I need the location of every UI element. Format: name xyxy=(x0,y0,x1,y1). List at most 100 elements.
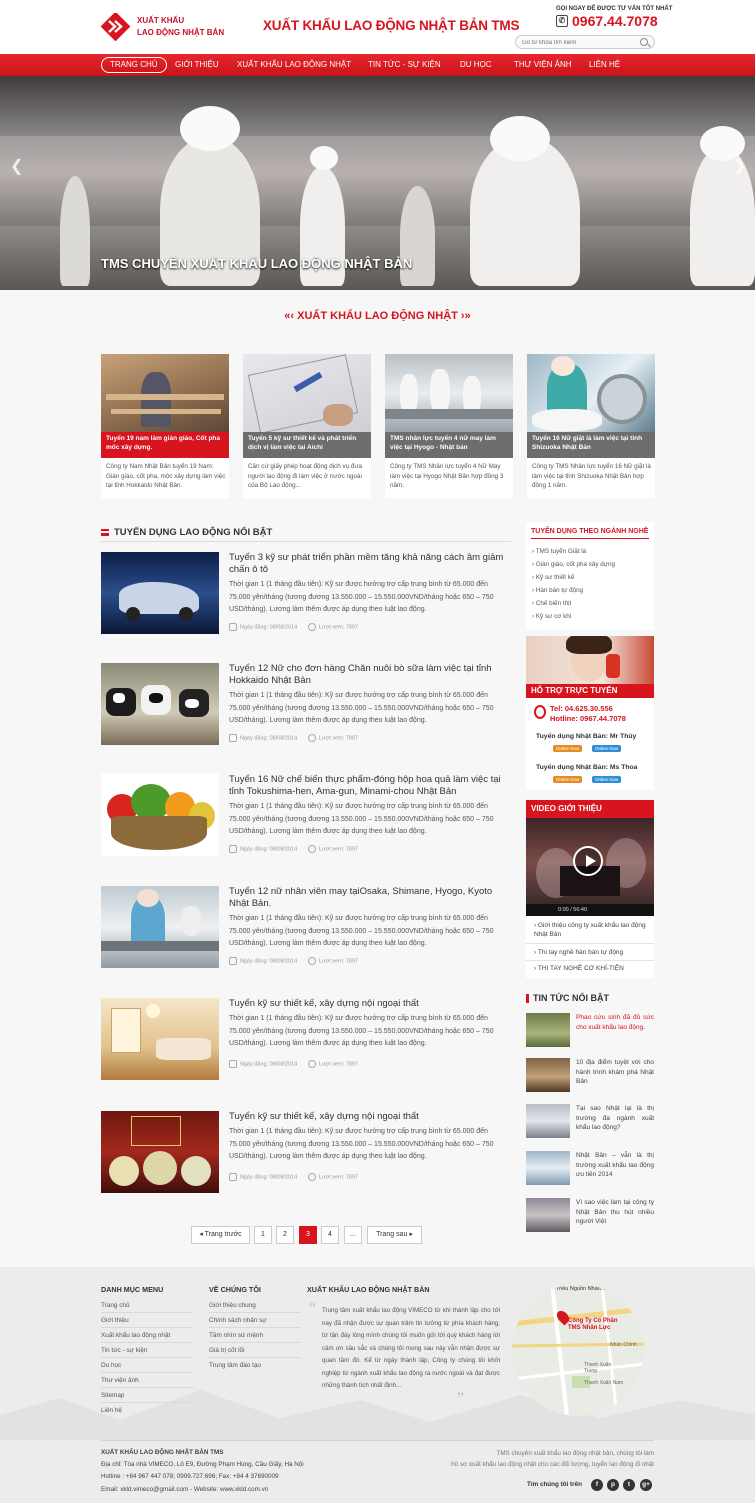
hotline-label: GỌI NGAY ĐỂ ĐƯỢC TƯ VẤN TỐT NHẤT xyxy=(556,6,673,12)
industry-link[interactable]: › Chế biến thịt xyxy=(532,600,571,607)
support-box: HỖ TRỢ TRỰC TUYẾN Tel: 04.625.30.556 Hot… xyxy=(526,636,654,790)
skype-status-badge[interactable]: Online Now xyxy=(592,776,622,783)
video-controls[interactable]: 0:00 / 56:40 xyxy=(526,904,654,916)
news-title[interactable]: Vì sao việc làm tại công ty Nhật Bản thu… xyxy=(576,1198,654,1227)
nav-item-about[interactable]: GIỚI THIỆU xyxy=(175,54,219,76)
double-chevron-right-icon: ›» xyxy=(457,310,471,322)
news-item[interactable]: Vì sao việc làm tại công ty Nhật Bản thu… xyxy=(526,1198,654,1238)
footer-link[interactable]: Giá trị cốt lõi xyxy=(209,1347,245,1354)
support-photo xyxy=(526,636,654,684)
search-input[interactable] xyxy=(522,38,632,47)
footer-link[interactable]: Tầm nhìn sứ mệnh xyxy=(209,1332,263,1339)
news-item[interactable]: 10 địa điểm tuyệt vời cho hành trình khá… xyxy=(526,1058,654,1098)
footer-link[interactable]: Trang chủ xyxy=(101,1302,130,1309)
job-title[interactable]: Tuyển 12 nữ nhân viên may tạiOsaka, Shim… xyxy=(229,886,509,910)
featured-section-title: «‹ XUẤT KHẨU LAO ĐỘNG NHẬT ›» xyxy=(284,310,471,322)
facebook-icon[interactable]: f xyxy=(591,1479,603,1491)
card-image xyxy=(101,354,229,432)
follow-label: Tìm chúng tôi trên xyxy=(527,1481,582,1488)
twitter-icon[interactable]: t xyxy=(623,1479,635,1491)
footer-email[interactable]: Email: xkld.vimeco@gmail.com - Website: … xyxy=(101,1486,268,1493)
news-title[interactable]: Nhật Bản – vẫn là thị trường xuất khẩu l… xyxy=(576,1151,654,1180)
featured-card[interactable]: Tuyển 19 nam làm giàn giáo, Cốt pha mốc … xyxy=(101,354,229,498)
yahoo-status-badge[interactable]: Online Now xyxy=(553,745,583,752)
pagination-page[interactable]: 4 xyxy=(321,1226,339,1244)
nav-item-study-abroad[interactable]: DU HỌC xyxy=(460,54,492,76)
video-link[interactable]: › THI TAY NGHỀ CƠ KHÍ-TIỆN xyxy=(534,964,652,973)
card-caption[interactable]: Tuyển 16 Nữ giặt là làm việc tại tỉnh Sh… xyxy=(527,432,655,458)
job-item[interactable]: Tuyển 16 Nữ chế biến thực phẩm-đóng hộp … xyxy=(101,774,511,858)
job-image xyxy=(101,1111,219,1193)
footer-link[interactable]: Trung tâm đào tạo xyxy=(209,1362,261,1369)
industry-link[interactable]: › Giàn giáo, cốt pha xây dựng xyxy=(532,561,615,568)
featured-card[interactable]: Tuyển 5 kỹ sư thiết kế và phát triển dịc… xyxy=(243,354,371,498)
job-item[interactable]: Tuyển kỹ sư thiết kế, xây dựng nội ngoại… xyxy=(101,998,511,1082)
eye-icon xyxy=(307,1060,316,1068)
job-title[interactable]: Tuyển kỹ sư thiết kế, xây dựng nội ngoại… xyxy=(229,1111,509,1123)
nav-item-contact[interactable]: LIÊN HỆ xyxy=(589,54,620,76)
job-title[interactable]: Tuyển 12 Nữ cho đơn hàng Chăn nuôi bò sữ… xyxy=(229,663,509,687)
news-item[interactable]: Phao cứu sinh đã đủ sức cho xuất khẩu la… xyxy=(526,1013,654,1053)
nav-item-labor-export[interactable]: XUẤT KHẨU LAO ĐỘNG NHẬT xyxy=(237,54,351,76)
support-tel[interactable]: Tel: 04.625.30.556 xyxy=(550,704,613,713)
nav-item-home[interactable]: TRANG CHỦ xyxy=(101,57,167,73)
job-title[interactable]: Tuyển 3 kỹ sư phát triển phần mềm tăng k… xyxy=(229,552,509,576)
news-item[interactable]: Tại sao Nhật lại là thị trường đa ngành … xyxy=(526,1104,654,1144)
job-item[interactable]: Tuyển 12 Nữ cho đơn hàng Chăn nuôi bò sữ… xyxy=(101,663,511,747)
video-link[interactable]: › Giới thiệu công ty xuất khẩu lao động … xyxy=(534,921,652,939)
news-item[interactable]: Nhật Bản – vẫn là thị trường xuất khẩu l… xyxy=(526,1151,654,1191)
banner-prev-arrow[interactable]: ❮ xyxy=(10,156,23,176)
pagination-page-active[interactable]: 3 xyxy=(299,1226,317,1244)
industry-link[interactable]: › Kỹ sư cơ khí xyxy=(532,613,572,620)
footer-link[interactable]: Chính sách nhân sự xyxy=(209,1317,267,1324)
video-player[interactable]: 0:00 / 56:40 xyxy=(526,818,654,916)
nav-item-gallery[interactable]: THƯ VIỆN ẢNH xyxy=(514,54,572,76)
hotline-number[interactable]: 0967.44.7078 xyxy=(572,13,658,29)
footer-link[interactable]: Sitemap xyxy=(101,1392,124,1399)
nav-item-news[interactable]: TIN TỨC - SỰ KIỆN xyxy=(368,54,441,76)
card-caption[interactable]: Tuyển 19 nam làm giàn giáo, Cốt pha mốc … xyxy=(101,432,229,458)
job-meta: Ngày đăng: 08/08/2014 Lượt xem: 7897 xyxy=(229,1060,358,1068)
pagination-prev[interactable]: ◂ Trang trước xyxy=(191,1226,250,1244)
footer-link[interactable]: Giới thiệu xyxy=(101,1317,129,1324)
industry-link[interactable]: › Kỹ sư thiết kế xyxy=(532,574,574,581)
yahoo-status-badge[interactable]: Online Now xyxy=(553,776,583,783)
skype-status-badge[interactable]: Online Now xyxy=(592,745,622,752)
job-item[interactable]: Tuyển 3 kỹ sư phát triển phần mềm tăng k… xyxy=(101,552,511,636)
search-icon[interactable] xyxy=(640,38,648,46)
pagination-page[interactable]: 2 xyxy=(276,1226,294,1244)
footer-map[interactable]: Triều Nguồn Nhân... Công Ty Cổ Phần TMS N… xyxy=(512,1284,644,1416)
card-caption[interactable]: TMS nhân lực tuyển 4 nữ may làm việc tại… xyxy=(385,432,513,458)
footer-link[interactable]: Tin tức - sự kiện xyxy=(101,1347,147,1354)
pagination-page[interactable]: 1 xyxy=(254,1226,272,1244)
pagination-next[interactable]: Trang sau ▸ xyxy=(367,1226,422,1244)
pinterest-icon[interactable]: p xyxy=(607,1479,619,1491)
banner-next-arrow[interactable]: ❯ xyxy=(733,156,746,176)
play-icon[interactable] xyxy=(573,846,603,876)
job-title[interactable]: Tuyển kỹ sư thiết kế, xây dựng nội ngoại… xyxy=(229,998,509,1010)
video-link[interactable]: › Thi tay nghề hàn bán tự động xyxy=(534,948,652,957)
featured-card[interactable]: Tuyển 16 Nữ giặt là làm việc tại tỉnh Sh… xyxy=(527,354,655,498)
footer-link[interactable]: Giới thiệu chung xyxy=(209,1302,256,1309)
news-title[interactable]: 10 địa điểm tuyệt vời cho hành trình khá… xyxy=(576,1058,654,1087)
google-plus-icon[interactable]: g+ xyxy=(640,1479,652,1491)
search-box xyxy=(515,35,655,49)
news-title[interactable]: Tại sao Nhật lại là thị trường đa ngành … xyxy=(576,1104,654,1133)
calendar-icon xyxy=(229,957,237,965)
card-caption[interactable]: Tuyển 5 kỹ sư thiết kế và phát triển dịc… xyxy=(243,432,371,458)
job-item[interactable]: Tuyển 12 nữ nhân viên may tạiOsaka, Shim… xyxy=(101,886,511,970)
job-item[interactable]: Tuyển kỹ sư thiết kế, xây dựng nội ngoại… xyxy=(101,1111,511,1195)
support-hotline[interactable]: Hotline: 0967.44.7078 xyxy=(550,714,626,723)
industry-link[interactable]: › TMS tuyển Giặt là xyxy=(532,548,586,555)
footer-link[interactable]: Liên hệ xyxy=(101,1407,122,1414)
featured-card[interactable]: TMS nhân lực tuyển 4 nữ may làm việc tại… xyxy=(385,354,513,498)
footer-link[interactable]: Du học xyxy=(101,1362,121,1369)
news-title[interactable]: Phao cứu sinh đã đủ sức cho xuất khẩu la… xyxy=(576,1013,654,1032)
footer-link[interactable]: Thư viện ảnh xyxy=(101,1377,139,1384)
logo-icon[interactable] xyxy=(100,11,131,42)
footer-link[interactable]: Xuất khẩu lao động nhật xyxy=(101,1332,170,1339)
industry-link[interactable]: › Hàn bán tự động xyxy=(532,587,583,594)
job-meta: Ngày đăng: 08/08/2014 Lượt xem: 7897 xyxy=(229,734,358,742)
jobs-section-title: TUYỂN DỤNG LAO ĐỘNG NỔI BẬT xyxy=(114,527,273,538)
job-title[interactable]: Tuyển 16 Nữ chế biến thực phẩm-đóng hộp … xyxy=(229,774,509,798)
